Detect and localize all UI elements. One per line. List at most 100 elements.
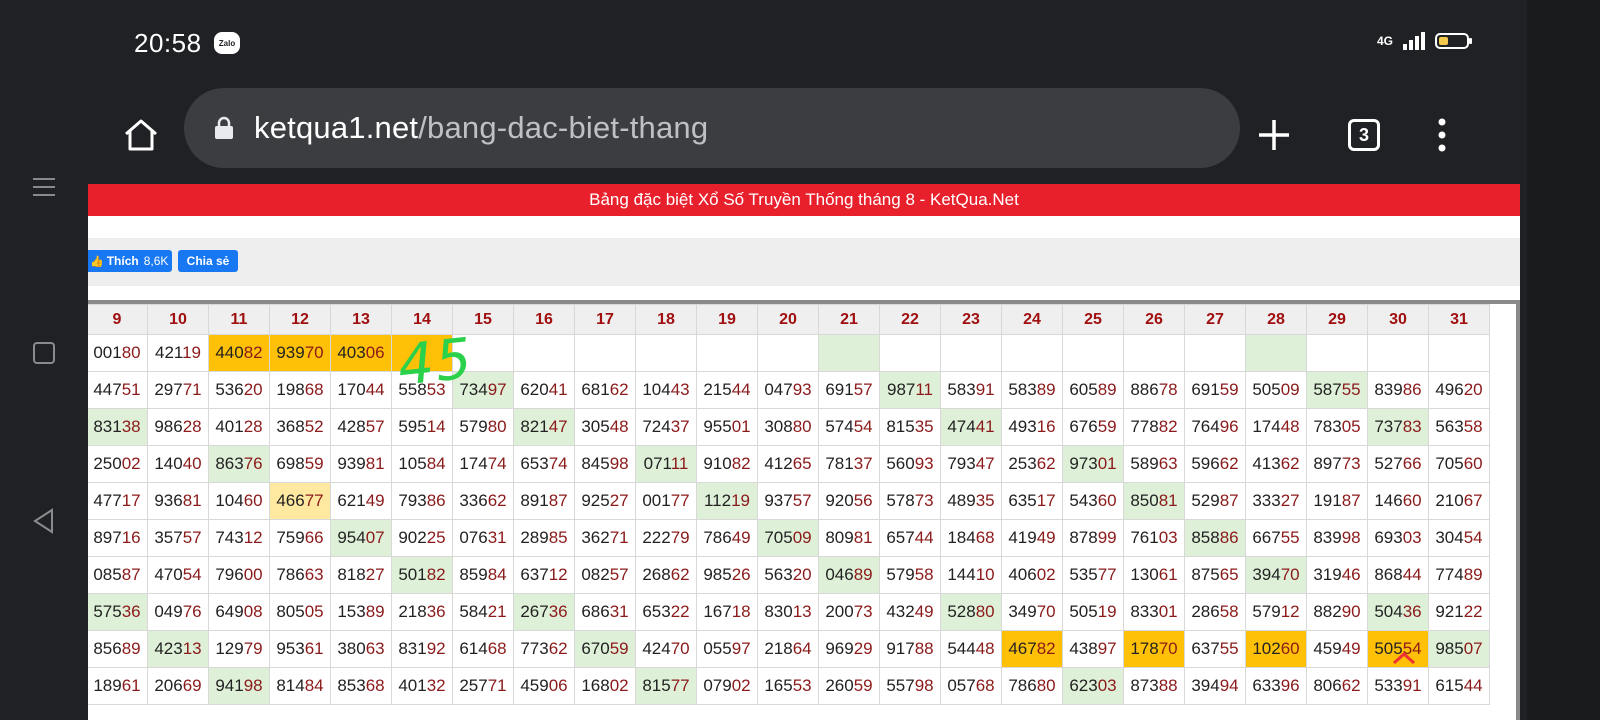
result-cell — [879, 334, 941, 372]
result-cell: 14410 — [940, 556, 1002, 594]
result-cell: 63755 — [1184, 630, 1246, 668]
battery-icon — [1435, 33, 1472, 49]
url-text[interactable]: ketqua1.net/bang-dac-biet-thang — [254, 110, 708, 146]
result-cell: 75966 — [269, 519, 331, 557]
result-cell: 14660 — [1367, 482, 1429, 520]
result-cell: 04976 — [147, 593, 209, 631]
result-cell: 04793 — [757, 371, 819, 409]
result-cell: 62041 — [513, 371, 575, 409]
result-cell: 63517 — [1001, 482, 1063, 520]
back-icon[interactable] — [29, 506, 59, 536]
result-cell: 26059 — [818, 667, 880, 705]
result-cell: 48935 — [940, 482, 1002, 520]
day-header: 29 — [1306, 304, 1368, 335]
result-cell — [513, 334, 575, 372]
result-cell: 66755 — [1245, 519, 1307, 557]
result-cell: 65744 — [879, 519, 941, 557]
day-header: 18 — [635, 304, 697, 335]
result-cell: 46677 — [269, 482, 331, 520]
result-cell — [757, 334, 819, 372]
result-cell: 44751 — [88, 371, 148, 409]
result-cell: 53391 — [1367, 667, 1429, 705]
scroll-to-top-button[interactable] — [1389, 646, 1419, 670]
result-cell: 61544 — [1428, 667, 1490, 705]
tab-count: 3 — [1348, 119, 1380, 151]
menu-icon[interactable] — [29, 172, 59, 202]
status-bar: 20:58 Zalo 4G — [88, 0, 1527, 88]
home-button[interactable] — [116, 110, 166, 160]
result-cell: 93681 — [147, 482, 209, 520]
tab-switcher-button[interactable]: 3 — [1339, 110, 1389, 160]
like-count: 8,6K — [143, 254, 169, 268]
result-cell: 93981 — [330, 445, 392, 483]
result-cell: 69859 — [269, 445, 331, 483]
result-cell: 53620 — [208, 371, 270, 409]
result-cell: 57958 — [879, 556, 941, 594]
result-cell: 10260 — [1245, 630, 1307, 668]
result-cell: 58421 — [452, 593, 514, 631]
result-cell: 25362 — [1001, 445, 1063, 483]
day-header: 24 — [1001, 304, 1063, 335]
result-cell: 70560 — [1428, 445, 1490, 483]
result-cell: 63396 — [1245, 667, 1307, 705]
result-cell — [1428, 334, 1490, 372]
day-header: 23 — [940, 304, 1002, 335]
table-body: 00180 42119 44082 93970 40306 44751 29771 53620… — [88, 334, 1490, 705]
result-cell: 57873 — [879, 482, 941, 520]
result-cell: 21067 — [1428, 482, 1490, 520]
result-cell: 08257 — [574, 556, 636, 594]
result-cell: 33662 — [452, 482, 514, 520]
result-cell: 33327 — [1245, 482, 1307, 520]
url-domain: ketqua1.net — [254, 110, 419, 145]
more-menu-button[interactable] — [1417, 110, 1467, 160]
result-cell: 25002 — [88, 445, 148, 483]
result-cell: 07111 — [635, 445, 697, 483]
result-cell — [696, 334, 758, 372]
result-cell: 55853 — [391, 371, 453, 409]
result-cell: 60589 — [1062, 371, 1124, 409]
result-cell: 81827 — [330, 556, 392, 594]
result-cell: 21544 — [696, 371, 758, 409]
clock: 20:58 — [134, 28, 202, 58]
result-cell: 93757 — [757, 482, 819, 520]
address-bar[interactable]: ketqua1.net/bang-dac-biet-thang — [184, 88, 1240, 168]
result-cell: 82147 — [513, 408, 575, 446]
result-cell: 69157 — [818, 371, 880, 409]
result-cell: 69303 — [1367, 519, 1429, 557]
result-cell: 87388 — [1123, 667, 1185, 705]
social-bar: 👍 Thích 8,6K Chia sẻ — [88, 238, 1520, 286]
result-cell: 87565 — [1184, 556, 1246, 594]
result-cell: 57536 — [88, 593, 148, 631]
result-cell: 92122 — [1428, 593, 1490, 631]
result-cell: 83998 — [1306, 519, 1368, 557]
result-cell: 79600 — [208, 556, 270, 594]
result-cell: 92056 — [818, 482, 880, 520]
recent-apps-icon[interactable] — [29, 338, 59, 368]
result-cell: 19187 — [1306, 482, 1368, 520]
result-cell: 93970 — [269, 334, 331, 372]
day-header: 22 — [879, 304, 941, 335]
result-cell: 05597 — [696, 630, 758, 668]
result-cell: 79347 — [940, 445, 1002, 483]
facebook-like-button[interactable]: 👍 Thích 8,6K — [88, 250, 172, 272]
day-header: 26 — [1123, 304, 1185, 335]
result-cell: 56358 — [1428, 408, 1490, 446]
like-label: Thích — [106, 254, 139, 268]
result-cell — [1001, 334, 1063, 372]
result-cell: 11219 — [696, 482, 758, 520]
result-cell: 10443 — [635, 371, 697, 409]
result-cell: 67659 — [1062, 408, 1124, 446]
facebook-share-button[interactable]: Chia sẻ — [178, 250, 238, 272]
result-cell: 07631 — [452, 519, 514, 557]
result-cell: 30454 — [1428, 519, 1490, 557]
result-cell: 94198 — [208, 667, 270, 705]
result-cell: 72437 — [635, 408, 697, 446]
result-cell: 95501 — [696, 408, 758, 446]
result-cell: 76496 — [1184, 408, 1246, 446]
result-cell: 17474 — [452, 445, 514, 483]
new-tab-button[interactable] — [1249, 110, 1299, 160]
result-cell: 58389 — [1001, 371, 1063, 409]
result-cell: 42857 — [330, 408, 392, 446]
right-edge-bar — [1527, 0, 1600, 720]
result-cell: 78663 — [269, 556, 331, 594]
